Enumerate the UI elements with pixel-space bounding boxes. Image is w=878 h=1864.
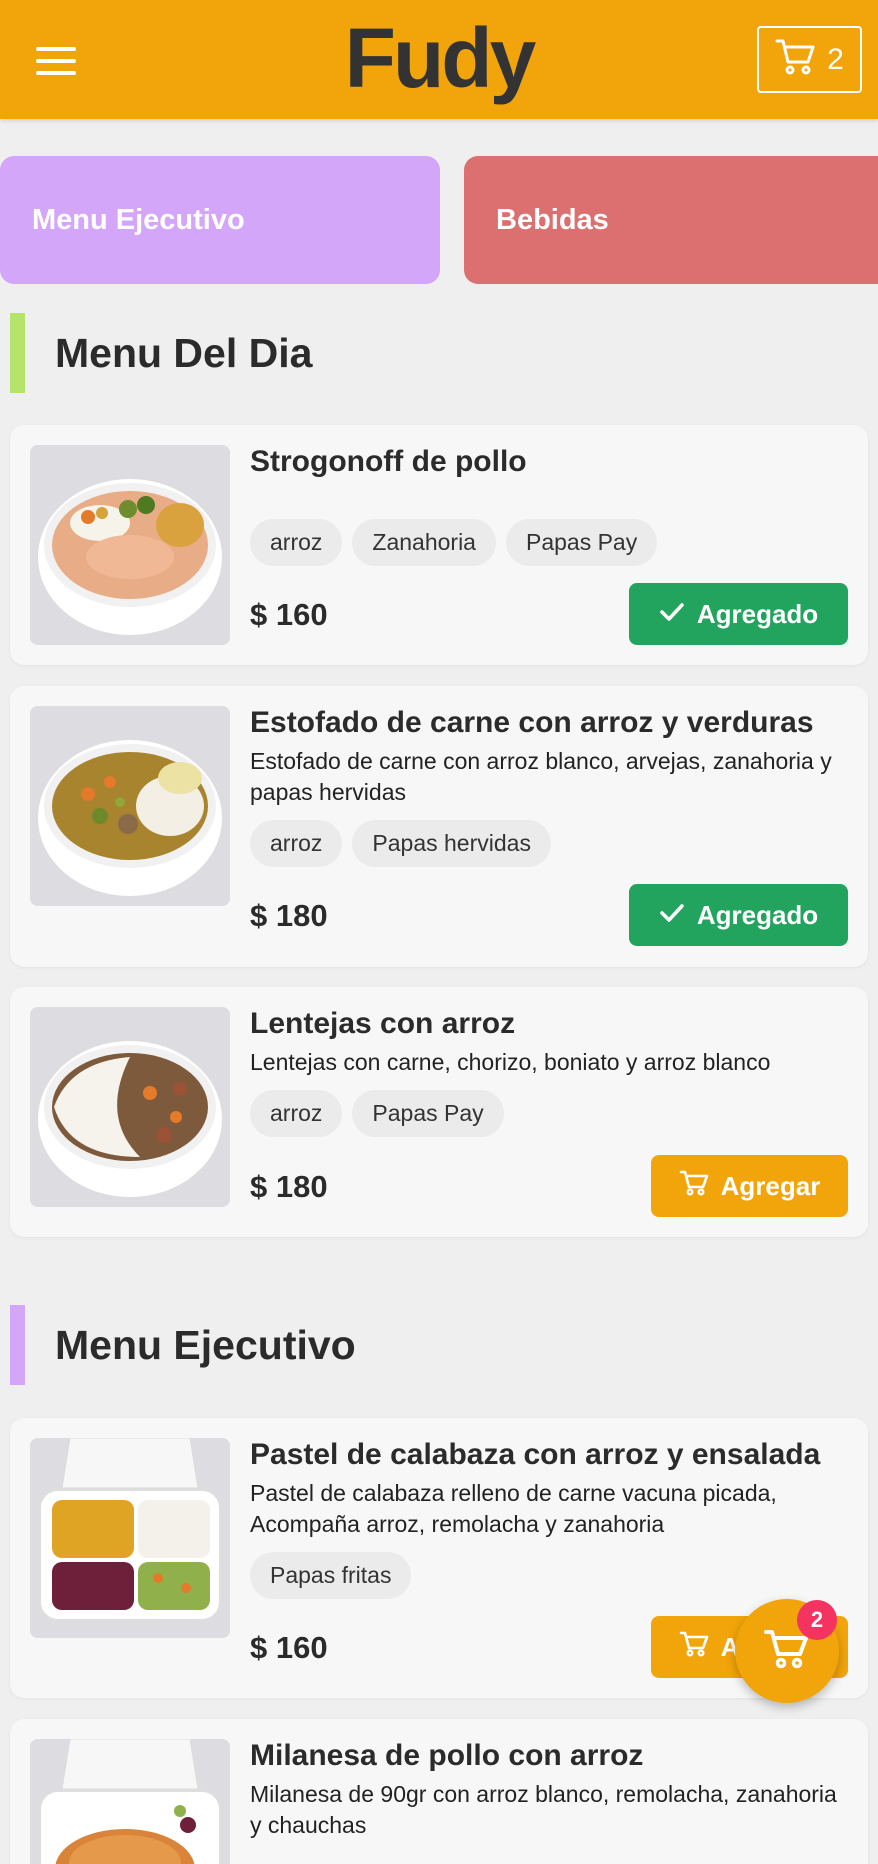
cart-icon [775,38,817,81]
product-image [30,1438,230,1638]
product-card: Estofado de carne con arroz y verduras E… [10,686,868,967]
section-accent-bar [10,313,25,393]
tag-list: arroz Zanahoria Papas Pay [250,519,658,566]
app-logo[interactable]: Fudy [0,10,878,107]
add-to-cart-button[interactable]: Agregar [651,1155,848,1217]
product-image [30,706,230,906]
tag-list: arroz Papas hervidas [250,820,551,867]
product-price: $ 180 [250,898,328,933]
check-icon [659,599,685,630]
category-menu-ejecutivo[interactable]: Menu Ejecutivo [0,156,440,284]
tag: Papas Pay [505,519,658,566]
button-label: Agregar [720,1170,821,1201]
check-icon [659,900,685,931]
button-label: Agregado [696,598,819,629]
product-price: $ 180 [250,1169,328,1204]
product-card: Strogonoff de pollo arroz Zanahoria Papa… [10,425,868,665]
section-title: Menu Ejecutivo [55,1321,356,1368]
product-image [30,445,230,645]
tag-list: arroz Papas Pay [250,1090,504,1137]
product-description: Lentejas con carne, chorizo, boniato y a… [250,1049,771,1075]
product-price: $ 160 [250,1630,328,1665]
product-image [30,1007,230,1207]
product-description: Milanesa de 90gr con arroz blanco, remol… [250,1781,837,1838]
product-description: Pastel de calabaza relleno de carne vacu… [250,1480,777,1537]
product-description: Estofado de carne con arroz blanco, arve… [250,748,832,805]
section-header: Menu Ejecutivo [10,1305,356,1385]
tag: Papas Pay [352,1090,504,1137]
tag: Papas fritas [250,1552,412,1599]
cart-count-badge: 2 [797,1600,837,1640]
cart-icon [679,1630,709,1665]
product-image [30,1739,230,1864]
product-title: Estofado de carne con arroz y verduras [250,706,814,739]
cart-icon [679,1169,709,1204]
product-title: Pastel de calabaza con arroz y ensalada [250,1438,821,1471]
top-bar: Fudy 2 [0,0,878,119]
category-bebidas[interactable]: Bebidas [464,156,878,284]
added-button[interactable]: Agregado [629,884,848,946]
tag-list: Papas fritas [250,1552,412,1599]
product-title: Milanesa de pollo con arroz [250,1739,644,1772]
tag: Zanahoria [352,519,496,566]
product-card: Milanesa de pollo con arroz Milanesa de … [10,1719,868,1864]
tag: arroz [250,820,343,867]
category-label: Bebidas [496,203,609,236]
section-title: Menu Del Dia [55,329,313,376]
cart-count: 2 [827,42,844,76]
product-card: Lentejas con arroz Lentejas con carne, c… [10,987,868,1237]
button-label: Agregado [696,899,819,930]
header-cart-button[interactable]: 2 [757,26,862,93]
section-accent-bar [10,1305,25,1385]
added-button[interactable]: Agregado [629,583,848,645]
product-price: $ 160 [250,597,328,632]
category-label: Menu Ejecutivo [32,203,245,236]
tag: arroz [250,519,343,566]
tag: Papas hervidas [352,820,551,867]
section-header: Menu Del Dia [10,313,312,393]
product-title: Lentejas con arroz [250,1007,516,1040]
product-title: Strogonoff de pollo [250,445,527,478]
tag: arroz [250,1090,343,1137]
